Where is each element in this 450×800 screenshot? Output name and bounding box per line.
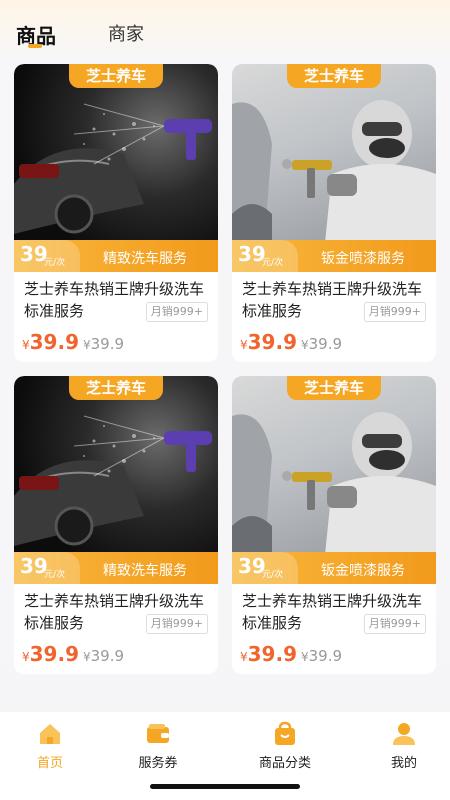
service-name: 精致洗车服务 xyxy=(103,563,187,579)
original-price: 39.9 xyxy=(308,647,343,665)
nav-categories[interactable]: 商品分类 xyxy=(235,720,335,771)
sales-badge: 月销999+ xyxy=(363,614,426,634)
price-tag: 39 元/次 xyxy=(14,240,80,272)
price-row: ¥39.9 ¥39.9 xyxy=(240,330,342,354)
original-price: 39.9 xyxy=(90,647,125,665)
original-currency-symbol: ¥ xyxy=(83,650,91,664)
original-currency-symbol: ¥ xyxy=(301,650,309,664)
price-tag-unit: 元/次 xyxy=(44,258,66,268)
currency-symbol: ¥ xyxy=(22,650,30,664)
currency-symbol: ¥ xyxy=(240,338,248,352)
sales-badge: 月销999+ xyxy=(145,302,208,322)
nav-vouchers[interactable]: 服务券 xyxy=(108,720,208,771)
price-tag-unit: 元/次 xyxy=(262,570,284,580)
price: 39.9 xyxy=(247,330,297,354)
top-tabs: 商品 商家 xyxy=(0,0,450,56)
price: 39.9 xyxy=(29,330,79,354)
user-icon xyxy=(393,723,415,745)
sales-badge: 月销999+ xyxy=(145,614,208,634)
brand-badge: 芝士养车 xyxy=(287,376,381,400)
price-row: ¥39.9 ¥39.9 xyxy=(22,642,124,666)
brand-badge: 芝士养车 xyxy=(69,376,163,400)
currency-symbol: ¥ xyxy=(22,338,30,352)
nav-label: 我的 xyxy=(390,756,417,771)
nav-label: 首页 xyxy=(36,756,63,771)
home-icon xyxy=(40,724,60,744)
original-price: 39.9 xyxy=(90,335,125,353)
sales-badge: 月销999+ xyxy=(363,302,426,322)
price: 39.9 xyxy=(29,642,79,666)
price-row: ¥39.9 ¥39.9 xyxy=(22,330,124,354)
service-name: 钣金喷漆服务 xyxy=(321,251,405,267)
price-row: ¥39.9 ¥39.9 xyxy=(240,642,342,666)
nav-label: 服务券 xyxy=(138,756,178,771)
tab-merchants[interactable]: 商家 xyxy=(108,20,144,46)
brand-badge: 芝士养车 xyxy=(69,64,163,88)
price-tag: 39 元/次 xyxy=(232,552,298,584)
price-tag: 39 元/次 xyxy=(14,552,80,584)
product-card[interactable]: 芝士养车 39 元/次 钣金喷漆服务 芝士养车热销王牌升级洗车标准服务 月销99… xyxy=(232,64,436,362)
service-name: 精致洗车服务 xyxy=(103,251,187,267)
brand-badge: 芝士养车 xyxy=(287,64,381,88)
original-price: 39.9 xyxy=(308,335,343,353)
nav-profile[interactable]: 我的 xyxy=(354,720,450,771)
nav-label: 商品分类 xyxy=(258,756,311,771)
active-tab-indicator xyxy=(28,44,42,48)
currency-symbol: ¥ xyxy=(240,650,248,664)
original-currency-symbol: ¥ xyxy=(301,338,309,352)
original-currency-symbol: ¥ xyxy=(83,338,91,352)
home-indicator xyxy=(150,784,300,789)
price-tag-unit: 元/次 xyxy=(44,570,66,580)
price-tag-unit: 元/次 xyxy=(262,258,284,268)
product-card[interactable]: 芝士养车 39 元/次 精致洗车服务 芝士养车热销王牌升级洗车标准服务 月销99… xyxy=(14,376,218,674)
product-card[interactable]: 芝士养车 39 元/次 精致洗车服务 芝士养车热销王牌升级洗车标准服务 月销99… xyxy=(14,64,218,362)
product-card[interactable]: 芝士养车 39 元/次 钣金喷漆服务 芝士养车热销王牌升级洗车标准服务 月销99… xyxy=(232,376,436,674)
shopping-bag-icon xyxy=(275,721,295,745)
service-name: 钣金喷漆服务 xyxy=(321,563,405,579)
wallet-icon xyxy=(147,724,169,743)
price: 39.9 xyxy=(247,642,297,666)
nav-home[interactable]: 首页 xyxy=(0,720,100,771)
price-tag: 39 元/次 xyxy=(232,240,298,272)
